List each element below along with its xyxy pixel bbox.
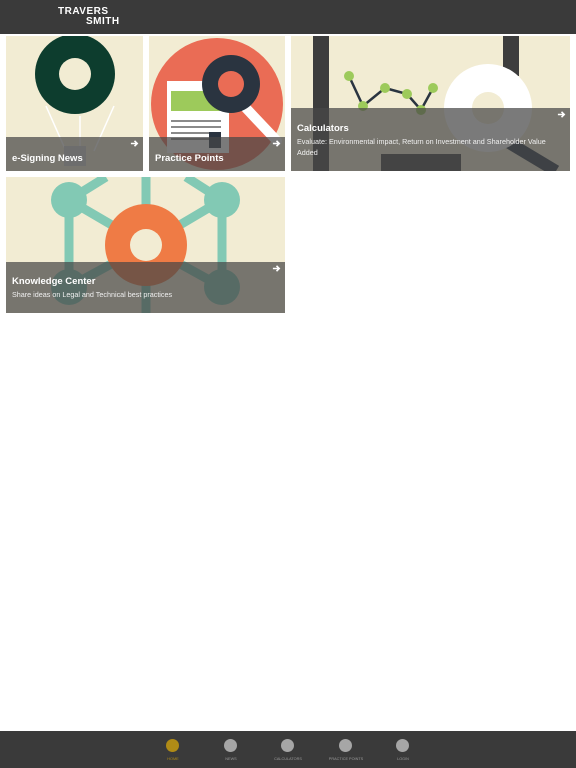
nav-practice-points[interactable]: PRACTICE POINTS xyxy=(318,731,374,768)
tile-title: Knowledge Center xyxy=(12,276,96,287)
travers-smith-logo: TRAVERS SMITH xyxy=(58,7,120,27)
tile-overlay: Knowledge Center Share ideas on Legal an… xyxy=(6,262,285,313)
nav-calculators[interactable]: CALCULATORS xyxy=(260,731,316,768)
arrow-right-icon xyxy=(272,140,281,147)
login-icon xyxy=(396,739,409,752)
nav-label: LOGIN xyxy=(397,757,409,761)
app-header: TRAVERS SMITH xyxy=(0,0,576,34)
home-icon xyxy=(166,739,179,752)
nav-label: NEWS xyxy=(225,757,237,761)
tile-overlay: Practice Points xyxy=(149,137,285,171)
nav-label: HOME xyxy=(167,757,179,761)
tile-calculators[interactable]: Calculators Evaluate: Environmental impa… xyxy=(291,36,570,171)
nav-label: CALCULATORS xyxy=(274,757,302,761)
nav-label: PRACTICE POINTS xyxy=(328,757,364,761)
tile-overlay: e-Signing News xyxy=(6,137,143,171)
tile-title: Practice Points xyxy=(155,153,224,164)
bottom-tab-bar: HOME NEWS CALCULATORS PRACTICE POINTS LO… xyxy=(0,731,576,768)
tile-title: Calculators xyxy=(297,123,349,134)
arrow-right-icon xyxy=(557,111,566,118)
nav-news[interactable]: NEWS xyxy=(203,731,259,768)
tile-subtitle: Share ideas on Legal and Technical best … xyxy=(12,290,173,299)
tile-e-signing-news[interactable]: e-Signing News xyxy=(6,36,143,171)
tile-practice-points[interactable]: Practice Points xyxy=(149,36,285,171)
tile-title: e-Signing News xyxy=(12,153,83,164)
tile-overlay: Calculators Evaluate: Environmental impa… xyxy=(291,108,570,171)
arrow-right-icon xyxy=(130,140,139,147)
nav-home[interactable]: HOME xyxy=(145,731,201,768)
practice-points-icon xyxy=(339,739,352,752)
tile-subtitle: Evaluate: Environmental impact, Return o… xyxy=(297,137,546,157)
logo-line-2: SMITH xyxy=(86,16,120,27)
news-icon xyxy=(224,739,237,752)
nav-login[interactable]: LOGIN xyxy=(375,731,431,768)
calculator-icon xyxy=(281,739,294,752)
arrow-right-icon xyxy=(272,265,281,272)
tile-knowledge-center[interactable]: Knowledge Center Share ideas on Legal an… xyxy=(6,177,285,313)
